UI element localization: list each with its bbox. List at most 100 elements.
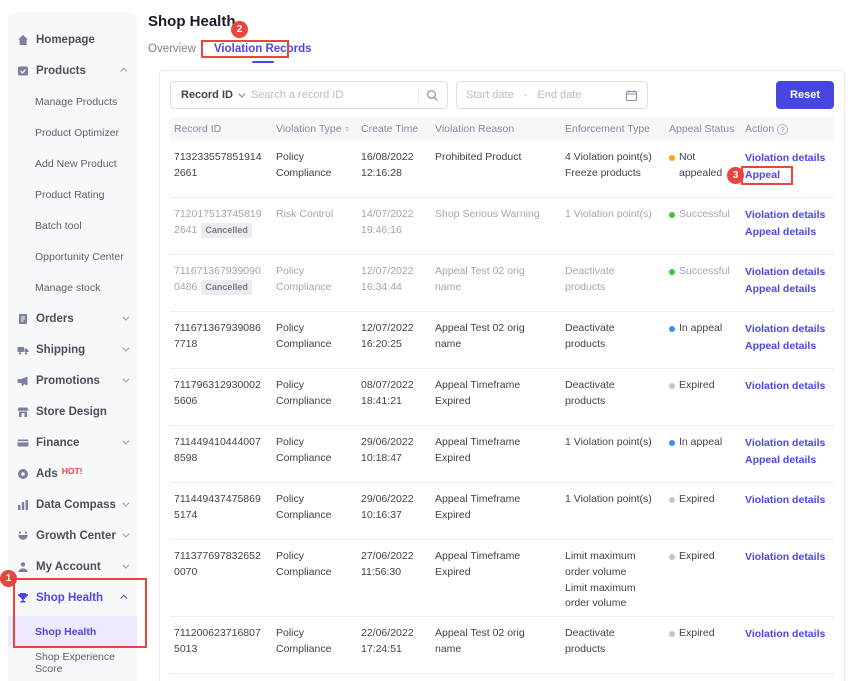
sidebar-item-data-compass[interactable]: Data Compass — [8, 489, 137, 520]
record-id-search[interactable]: Record ID — [170, 81, 448, 109]
sidebar-item-product-rating[interactable]: Product Rating — [8, 179, 137, 210]
appeal-details-link[interactable]: Appeal details — [745, 452, 826, 469]
sidebar-item-label: Orders — [36, 313, 74, 325]
sidebar-item-ads[interactable]: Ads HOT! — [8, 458, 137, 489]
filter-funnel-icon — [345, 125, 349, 134]
violation-type: Policy Compliance — [272, 549, 357, 612]
violation-details-link[interactable]: Violation details — [745, 321, 826, 338]
appeal-details-link[interactable]: Appeal details — [745, 338, 826, 355]
violation-reason: Appeal Timeframe Expired — [431, 549, 561, 612]
violation-details-link[interactable]: Violation details — [745, 435, 826, 452]
sidebar-item-homepage[interactable]: Homepage — [8, 24, 137, 55]
sidebar-item-manage-products[interactable]: Manage Products — [8, 86, 137, 117]
sidebar-item-shipping[interactable]: Shipping — [8, 334, 137, 365]
create-time: 08/07/2022 18:41:21 — [357, 378, 431, 421]
create-time: 12/07/2022 16:34:44 — [357, 264, 431, 307]
end-date-field[interactable]: End date — [537, 89, 581, 101]
violation-details-link[interactable]: Violation details — [745, 492, 826, 509]
sidebar-item-manage-stock[interactable]: Manage stock — [8, 272, 137, 303]
create-time: 22/06/2022 17:24:51 — [357, 626, 431, 669]
status-dot — [669, 269, 675, 275]
create-time: 12/07/2022 16:20:25 — [357, 321, 431, 364]
sort-icon — [421, 124, 423, 135]
col-create-time[interactable]: Create Time — [357, 123, 431, 135]
violation-reason: Appeal Timeframe Expired — [431, 492, 561, 535]
help-icon[interactable]: ? — [777, 124, 788, 135]
violation-type: Policy Compliance — [272, 626, 357, 669]
violation-details-link[interactable]: Violation details — [745, 207, 826, 224]
chevron-down-icon — [122, 500, 129, 507]
sidebar-item-add-new-product[interactable]: Add New Product — [8, 148, 137, 179]
start-date-field[interactable]: Start date — [466, 89, 514, 101]
storefront-icon — [17, 405, 30, 418]
violation-records-panel: Record ID Start date - End date Reset R — [159, 70, 845, 681]
create-time: 14/07/2022 19:46:16 — [357, 207, 431, 250]
ads-target-icon — [17, 467, 30, 480]
sidebar-item-orders[interactable]: Orders — [8, 303, 137, 334]
enforcement-type: 1 Violation point(s) — [561, 435, 665, 478]
divider — [418, 88, 419, 102]
search-icon[interactable] — [426, 89, 439, 102]
sidebar-item-products[interactable]: Products — [8, 55, 137, 86]
appeal-status: Successful — [679, 264, 730, 280]
sidebar-item-store-design[interactable]: Store Design — [8, 396, 137, 427]
seller-center-page: Homepage Products Manage Products Produc… — [0, 0, 853, 681]
table-row: 7120175137458192641Cancelled Risk Contro… — [170, 198, 834, 255]
appeal-details-link[interactable]: Appeal details — [745, 224, 826, 241]
sidebar-item-growth-center[interactable]: Growth Center — [8, 520, 137, 551]
col-violation-reason: Violation Reason — [431, 123, 561, 135]
sidebar-item-label: Store Design — [36, 406, 107, 418]
violation-details-link[interactable]: Violation details — [745, 264, 826, 281]
sidebar-item-my-account[interactable]: My Account — [8, 551, 137, 582]
date-range-picker[interactable]: Start date - End date — [456, 81, 648, 109]
appeal-status: Expired — [679, 549, 715, 565]
products-box-icon — [17, 64, 30, 77]
sidebar-item-shop-health-sub[interactable]: Shop Health — [8, 616, 137, 647]
tab-bar: Overview Violation Records — [148, 43, 848, 63]
col-violation-type[interactable]: Violation Type — [272, 123, 357, 135]
sidebar-item-shop-experience-score[interactable]: Shop Experience Score — [8, 647, 137, 678]
appeal-details-link[interactable]: Appeal details — [745, 281, 826, 298]
calendar-icon[interactable] — [625, 89, 638, 102]
violation-details-link[interactable]: Violation details — [745, 150, 826, 167]
sidebar-item-label: Shipping — [36, 344, 85, 356]
growth-icon — [17, 529, 30, 542]
violations-table: Record ID Violation Type Create Time Vio… — [170, 117, 834, 674]
create-time: 29/06/2022 10:18:47 — [357, 435, 431, 478]
violation-details-link[interactable]: Violation details — [745, 378, 826, 395]
table-header-row: Record ID Violation Type Create Time Vio… — [170, 117, 834, 141]
violation-reason: Prohibited Product — [431, 150, 561, 193]
sidebar-item-promotions[interactable]: Promotions — [8, 365, 137, 396]
tab-overview[interactable]: Overview — [148, 43, 196, 63]
main-content: Shop Health Overview Violation Records R… — [148, 0, 848, 681]
violation-details-link[interactable]: Violation details — [745, 626, 826, 643]
enforcement-type: Deactivate products — [561, 626, 665, 669]
enforcement-type: Deactivate products — [561, 321, 665, 364]
sidebar-item-label: My Account — [36, 561, 101, 573]
violation-reason: Appeal Test 02 orig name — [431, 264, 561, 307]
appeal-link[interactable]: Appeal — [745, 167, 826, 184]
search-field-selector[interactable]: Record ID — [181, 89, 233, 101]
record-id: 7117963129300025606 — [174, 379, 261, 407]
enforcement-type: Limit maximum order volume Limit maximum… — [561, 549, 665, 612]
record-id: 7116713679390867718 — [174, 322, 261, 350]
tab-label: Violation Records — [214, 43, 312, 55]
sidebar-item-finance[interactable]: Finance — [8, 427, 137, 458]
sidebar-item-batch-tool[interactable]: Batch tool — [8, 210, 137, 241]
violation-type: Policy Compliance — [272, 264, 357, 307]
col-label: Action — [745, 123, 774, 135]
search-input[interactable] — [251, 89, 418, 101]
hot-badge: HOT! — [62, 466, 83, 476]
sidebar-item-shop-health[interactable]: Shop Health — [8, 582, 137, 613]
tab-violation-records[interactable]: Violation Records — [214, 43, 312, 63]
chevron-down-icon — [122, 376, 129, 383]
sidebar-item-opportunity-center[interactable]: Opportunity Center — [8, 241, 137, 272]
chevron-down-icon — [238, 90, 245, 97]
appeal-status: In appeal — [679, 321, 722, 337]
sidebar-item-product-optimizer[interactable]: Product Optimizer — [8, 117, 137, 148]
violation-reason: Appeal Timeframe Expired — [431, 435, 561, 478]
violation-details-link[interactable]: Violation details — [745, 549, 826, 566]
home-icon — [17, 33, 30, 46]
reset-button[interactable]: Reset — [776, 81, 834, 109]
sidebar-item-label: Finance — [36, 437, 79, 449]
